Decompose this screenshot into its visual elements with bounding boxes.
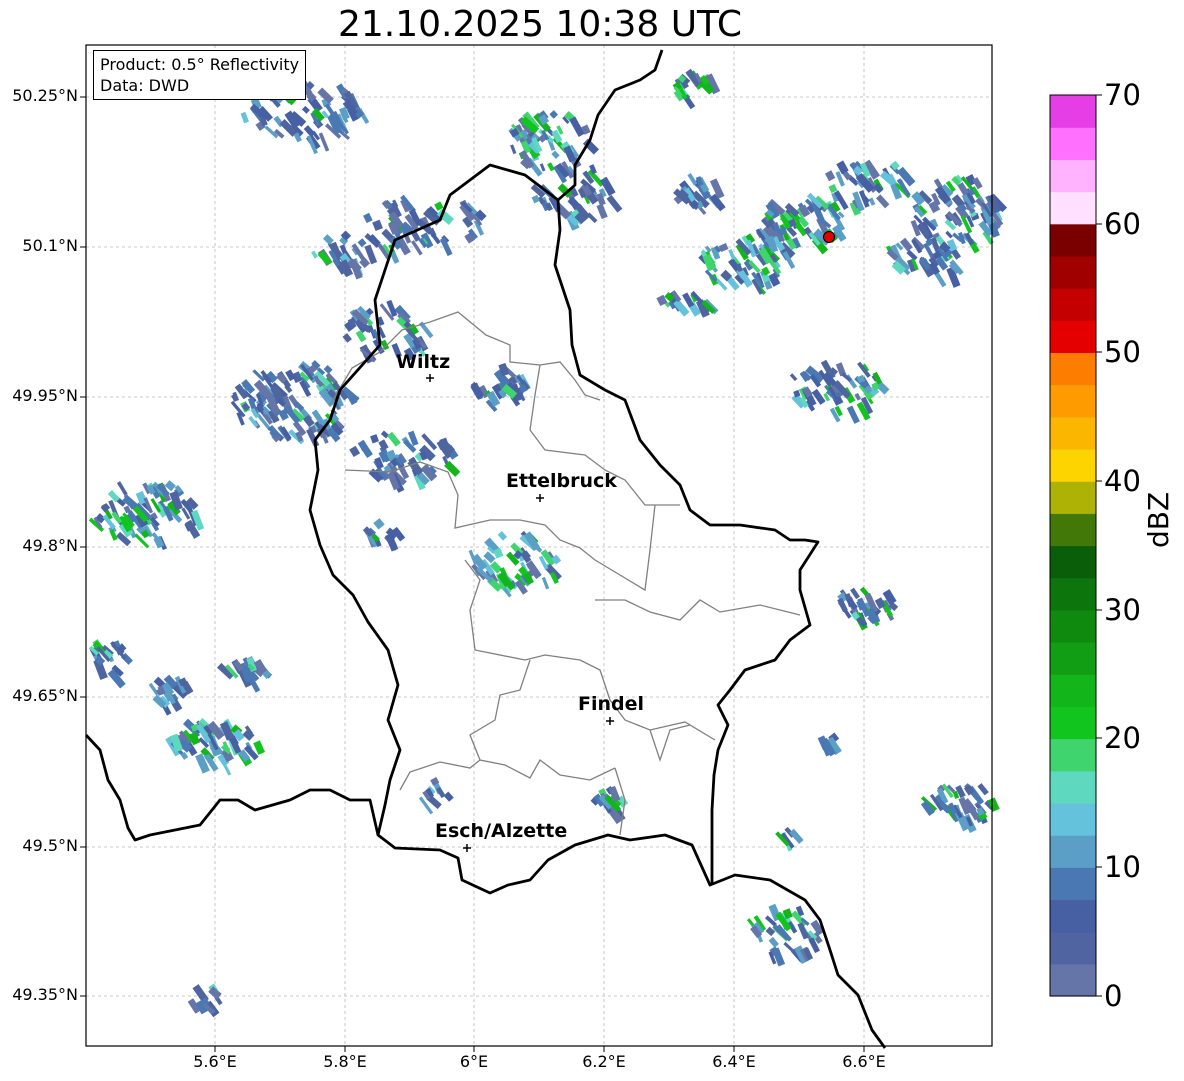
colorbar-tick-label: 50	[1104, 335, 1141, 369]
colorbar-segment	[1050, 802, 1096, 836]
colorbar-segment	[1050, 642, 1096, 675]
colorbar-segment	[1050, 127, 1096, 160]
colorbar-segment	[1050, 320, 1096, 354]
colorbar-segment	[1050, 609, 1096, 643]
colorbar-tick-label: 20	[1104, 721, 1141, 755]
colorbar-segment	[1050, 416, 1096, 450]
colorbar-ticks	[1096, 94, 1102, 997]
colorbar-segment	[1050, 931, 1096, 965]
colorbar-segment	[1050, 481, 1096, 514]
colorbar-segment	[1050, 255, 1096, 289]
colorbar-segment	[1050, 867, 1096, 901]
colorbar-unit-label: dBZ	[1142, 491, 1175, 548]
colorbar	[1049, 94, 1102, 997]
colorbar-tick-label: 0	[1104, 979, 1123, 1013]
colorbar-segment	[1050, 706, 1096, 740]
colorbar-segment	[1050, 577, 1096, 611]
colorbar-segment	[1050, 738, 1096, 772]
colorbar-segment	[1050, 835, 1096, 868]
colorbar-tick-label: 40	[1104, 464, 1141, 498]
colorbar-segment	[1050, 384, 1096, 418]
colorbar-tick-label: 30	[1104, 593, 1141, 627]
colorbar-segment	[1050, 95, 1096, 128]
colorbar-segment	[1050, 223, 1096, 257]
colorbar-segment	[1050, 963, 1096, 997]
colorbar-segments	[1050, 95, 1096, 997]
colorbar-segment	[1050, 674, 1096, 707]
colorbar-tick-label: 10	[1104, 850, 1141, 884]
colorbar-tick-label: 60	[1104, 207, 1141, 241]
colorbar-segment	[1050, 899, 1096, 933]
colorbar-tick-label: 70	[1104, 78, 1141, 112]
colorbar-segment	[1050, 545, 1096, 579]
colorbar-segment	[1050, 448, 1096, 482]
colorbar-segment	[1050, 159, 1096, 193]
colorbar-segment	[1050, 513, 1096, 547]
colorbar-segment	[1050, 770, 1096, 804]
colorbar-segment	[1050, 288, 1096, 321]
colorbar-segment	[1050, 352, 1096, 386]
colorbar-segment	[1050, 191, 1096, 225]
